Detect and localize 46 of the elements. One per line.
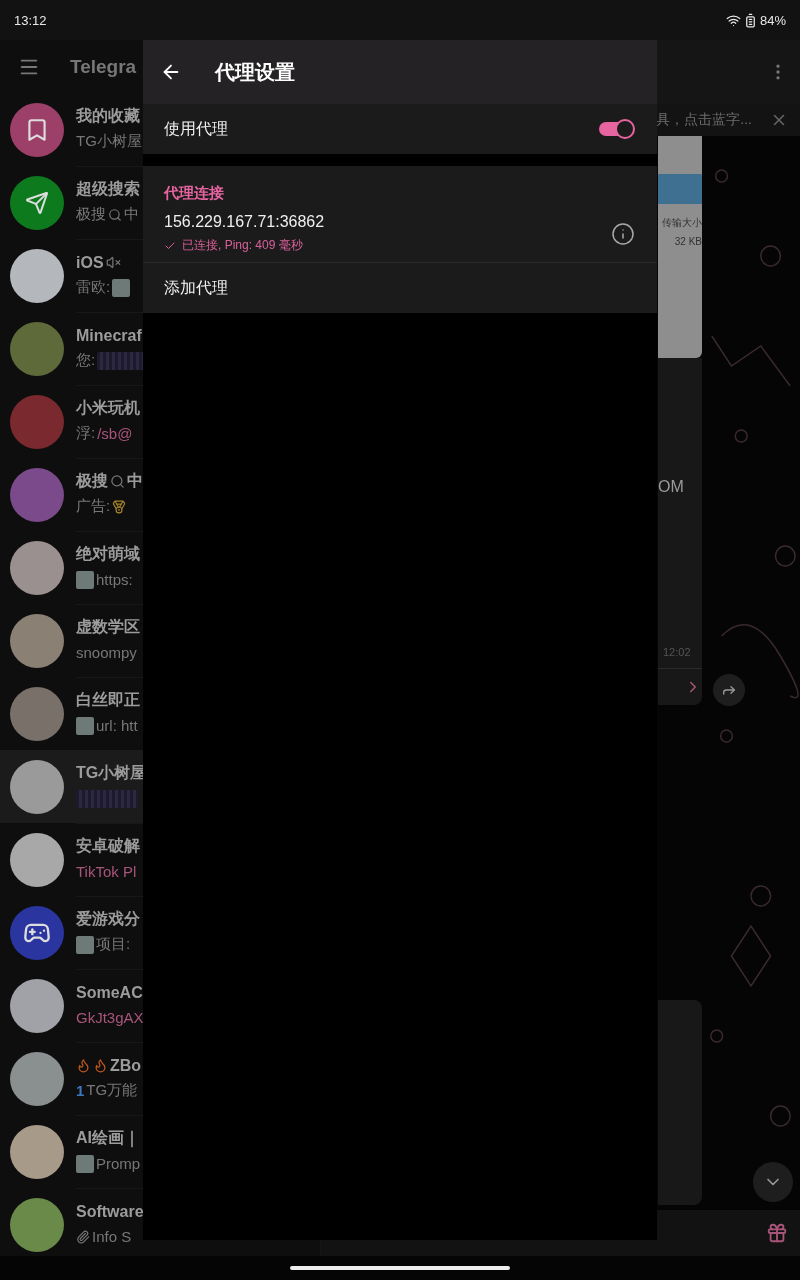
message-preview: TG小树屋 xyxy=(76,132,142,151)
battery-percentage: 84% xyxy=(759,12,786,28)
chat-name: 爱游戏分 xyxy=(76,909,140,929)
image-label: 32 KB xyxy=(673,236,702,247)
chat-name: 小米玩机 xyxy=(76,398,140,418)
chat-name: 我的收藏 xyxy=(76,106,140,126)
chat-name: Minecraf xyxy=(76,326,142,345)
message-preview: TG万能 xyxy=(86,1081,138,1100)
message-preview: 广告: xyxy=(76,497,111,516)
chat-name: ZBo xyxy=(110,1056,142,1075)
message-preview: url: htt xyxy=(96,717,138,734)
message-preview: 浮: xyxy=(76,424,96,443)
chat-name: iOS xyxy=(76,253,104,272)
chat-name: SomeAC xyxy=(76,983,143,1002)
chat-name: 白丝即正 xyxy=(76,690,140,710)
message-preview: snoompy xyxy=(76,644,137,661)
chat-name: 超级搜索 xyxy=(76,179,140,199)
panel-title: 代理设置 xyxy=(215,59,295,85)
message-preview: 您: xyxy=(76,351,96,370)
chat-name: 安卓破解 xyxy=(76,836,140,856)
message-preview: https: xyxy=(96,571,133,588)
message-preview: 雷欧: xyxy=(76,278,111,297)
chat-name: AI绘画｜ xyxy=(76,1128,140,1149)
image-label: 传输大小 xyxy=(661,216,702,230)
clock-time: 13:12 xyxy=(14,12,47,28)
pinned-message-text: 具，点击蓝字... xyxy=(656,111,752,129)
message-preview: 极搜 xyxy=(76,205,106,224)
message-preview: GkJt3gAX xyxy=(76,1009,144,1026)
chat-name: 虚数学区 xyxy=(76,617,140,637)
message-preview: Promp xyxy=(96,1155,141,1172)
chat-name: Software xyxy=(76,1202,144,1221)
chat-name: 中 xyxy=(127,471,143,491)
number-label: 1 xyxy=(76,1082,85,1099)
message-text: OM xyxy=(658,478,685,496)
message-preview: /sb@ xyxy=(97,425,133,442)
proxy-status: 已连接, Ping: 409 毫秒 xyxy=(182,237,303,254)
message-preview: 中 xyxy=(124,205,139,224)
app-title: Telegra xyxy=(70,55,137,78)
section-title: 代理连接 xyxy=(163,184,225,203)
chat-name: 绝对萌域 xyxy=(76,544,140,564)
message-preview: Info S xyxy=(92,1228,132,1245)
message-time: 12:02 xyxy=(662,646,692,658)
use-proxy-label: 使用代理 xyxy=(164,118,228,139)
message-preview: 项目: xyxy=(96,935,131,954)
message-preview: TikTok Pl xyxy=(76,863,137,880)
chat-name: 极搜 xyxy=(76,471,108,491)
